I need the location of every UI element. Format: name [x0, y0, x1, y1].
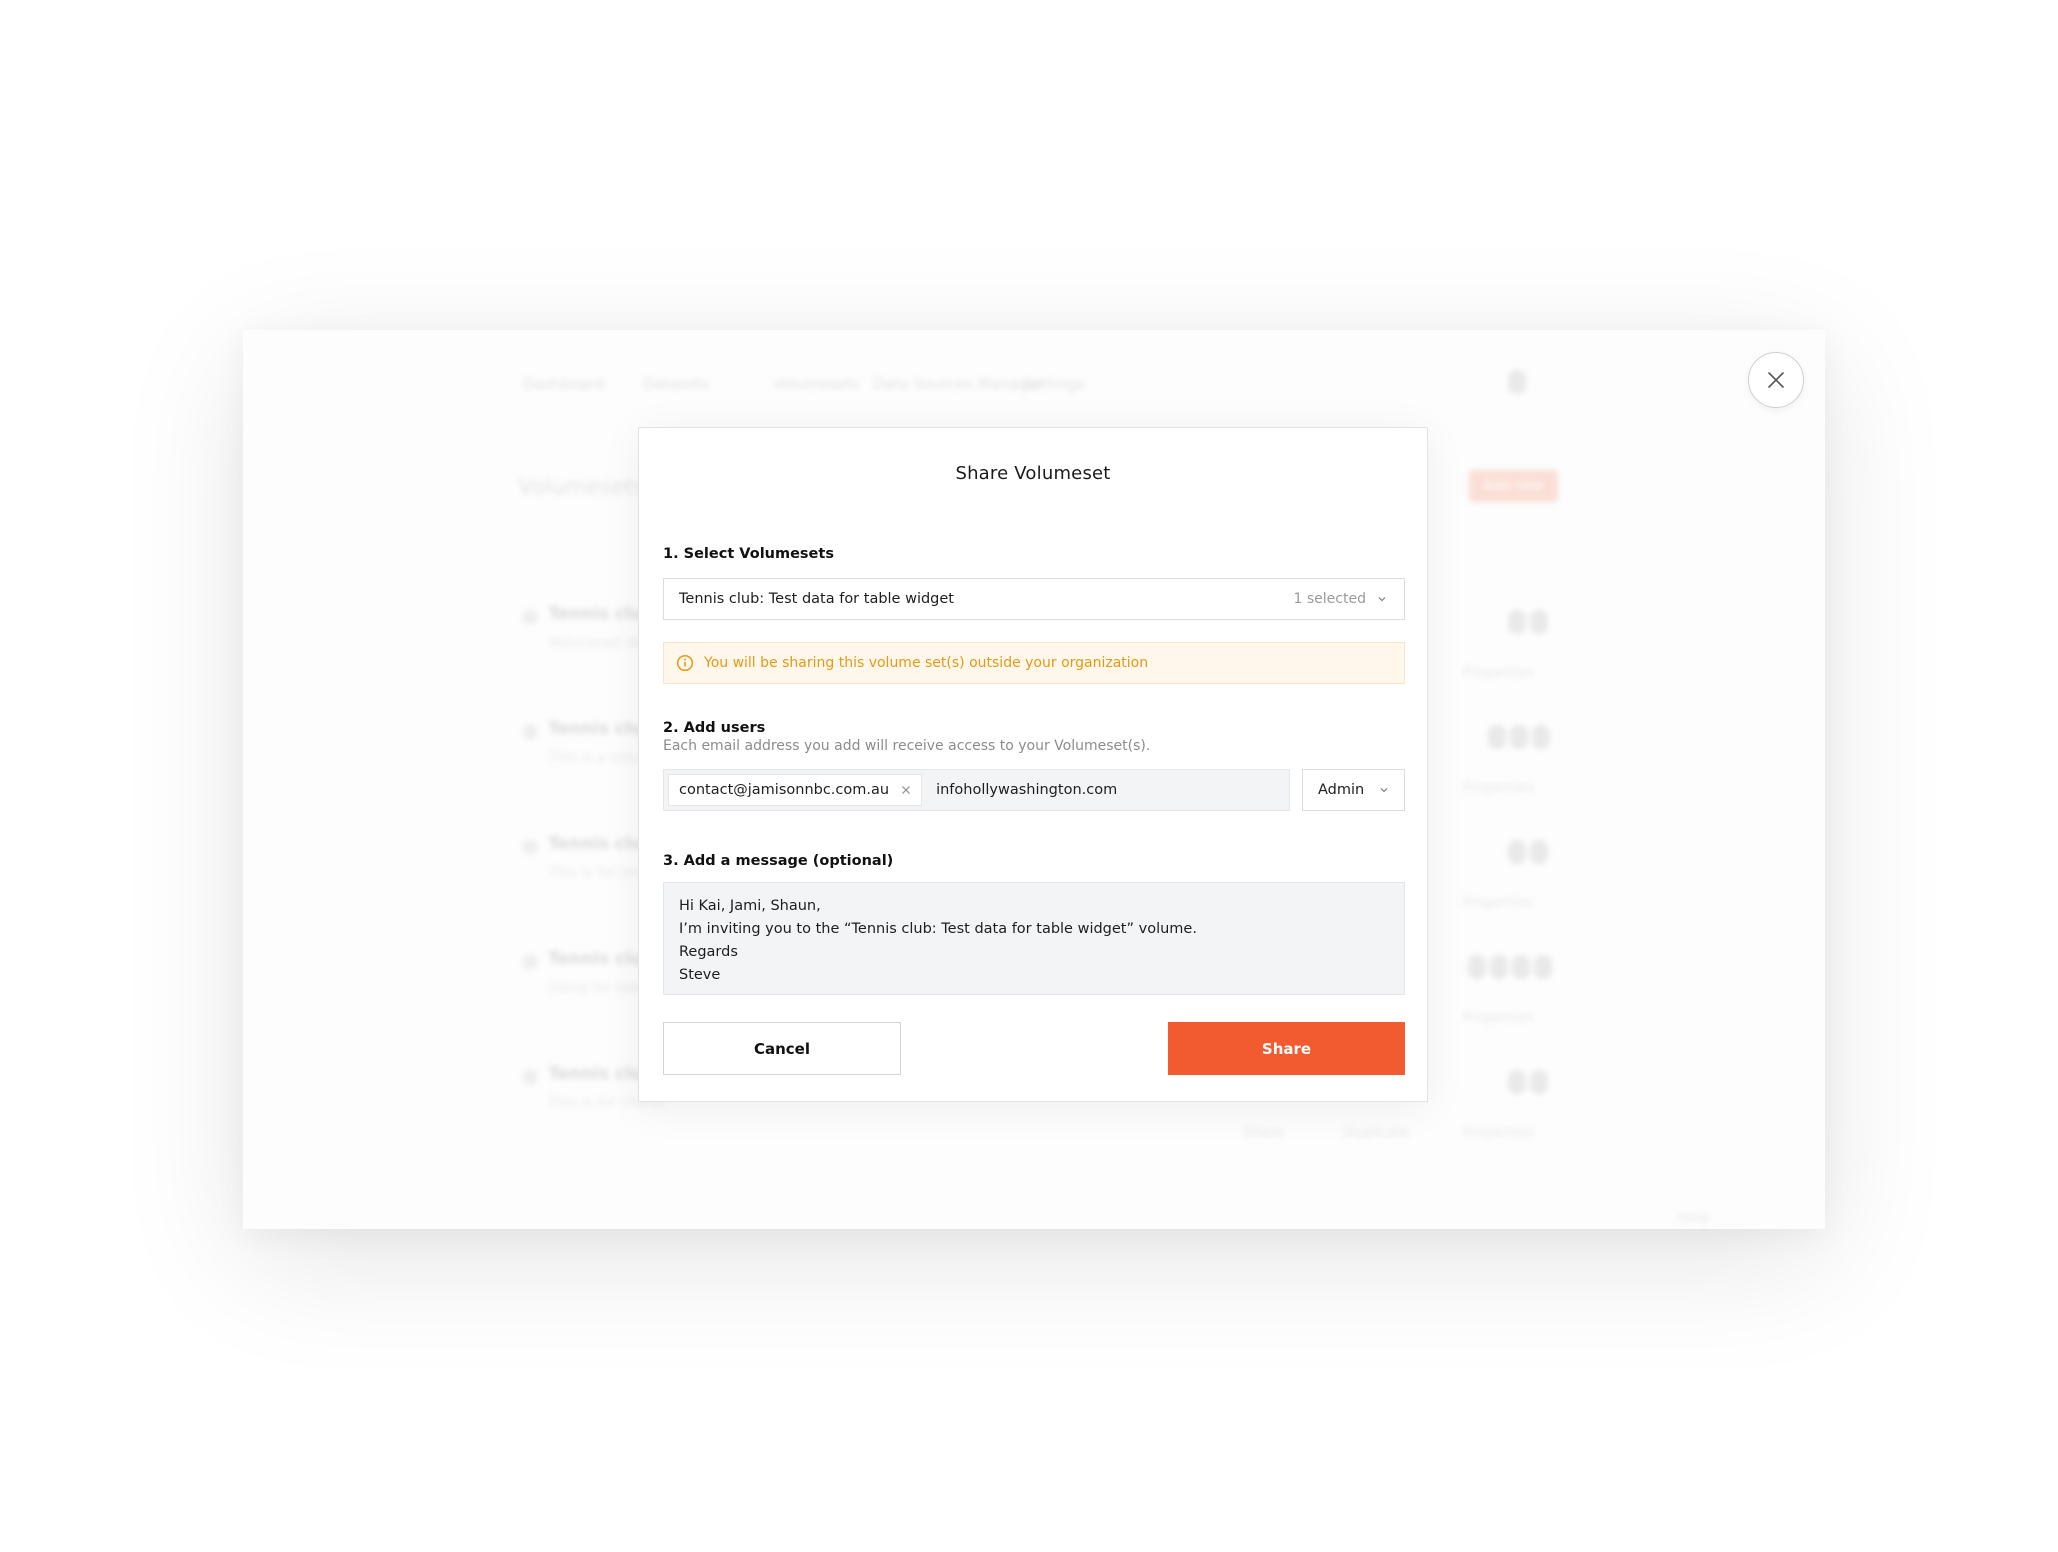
bg-row-action: Properties [1463, 665, 1534, 681]
bg-nav-item: Data Sources Manager [873, 375, 1044, 393]
message-textarea[interactable]: Hi Kai, Jami, Shaun, I’m inviting you to… [663, 882, 1405, 995]
warning-text: You will be sharing this volume set(s) o… [704, 655, 1149, 671]
bg-nav-item: Datasets [643, 375, 710, 393]
volumeset-select[interactable]: Tennis club: Test data for table widget … [663, 578, 1405, 620]
bg-row-avatars [1508, 1070, 1548, 1094]
bg-nav-item: Volumesets [773, 375, 860, 393]
bg-row-checkbox [523, 955, 537, 969]
bg-page-title: Volumesets [518, 475, 645, 500]
role-select[interactable]: Admin [1302, 769, 1405, 811]
message-line: I’m inviting you to the “Tennis club: Te… [679, 921, 1197, 937]
bg-footer-help: Help [1678, 1210, 1710, 1226]
info-icon [676, 654, 694, 672]
step1-label: 1. Select Volumesets [663, 546, 834, 562]
bg-row-action: Properties [1463, 780, 1534, 796]
share-volumeset-modal: Share Volumeset 1. Select Volumesets Ten… [638, 427, 1428, 1102]
step3-label: 3. Add a message (optional) [663, 853, 894, 869]
close-icon [1766, 370, 1786, 390]
bg-nav-item: Settings [1023, 375, 1085, 393]
bg-row-action: Properties [1463, 895, 1534, 911]
remove-chip-icon[interactable] [901, 785, 911, 795]
message-line: Regards [679, 944, 738, 960]
cancel-button[interactable]: Cancel [663, 1022, 901, 1075]
volumeset-selected-count: 1 selected [1293, 591, 1366, 607]
message-line: Hi Kai, Jami, Shaun, [679, 898, 821, 914]
email-chip-label: contact@jamisonnbc.com.au [679, 782, 890, 798]
email-chip: contact@jamisonnbc.com.au [668, 774, 923, 806]
message-line: Steve [679, 967, 721, 983]
email-typed-text: infohollywashington.com [936, 782, 1118, 798]
bg-row-action: Properties [1463, 1010, 1534, 1026]
share-button[interactable]: Share [1168, 1022, 1405, 1075]
bg-row-checkbox [523, 1070, 537, 1084]
close-button[interactable] [1748, 352, 1804, 408]
bg-row-checkbox [523, 610, 537, 624]
bg-add-button: Add new [1469, 470, 1558, 502]
volumeset-select-value: Tennis club: Test data for table widget [679, 591, 954, 607]
modal-title: Share Volumeset [955, 463, 1111, 484]
bg-nav-item: Dashboard [523, 375, 605, 393]
bg-row-checkbox [523, 840, 537, 854]
bg-row-action: Duplicate [1343, 1125, 1410, 1141]
outside-org-warning: You will be sharing this volume set(s) o… [663, 642, 1405, 684]
step2-label: 2. Add users [663, 720, 766, 736]
bg-row-avatars [1468, 955, 1552, 979]
chevron-down-icon [1378, 784, 1390, 796]
step2-help-text: Each email address you add will receive … [663, 738, 1151, 754]
email-input[interactable]: contact@jamisonnbc.com.au infohollywashi… [663, 769, 1290, 811]
bg-avatar [1508, 370, 1526, 394]
role-select-value: Admin [1318, 782, 1365, 798]
bg-row-action: Properties [1463, 1125, 1534, 1141]
bg-row-avatars [1508, 610, 1548, 634]
bg-row-checkbox [523, 725, 537, 739]
bg-row-avatars [1508, 840, 1548, 864]
chevron-down-icon [1376, 593, 1388, 605]
bg-row-avatars [1488, 725, 1550, 749]
bg-row-action: Share [1243, 1125, 1284, 1141]
